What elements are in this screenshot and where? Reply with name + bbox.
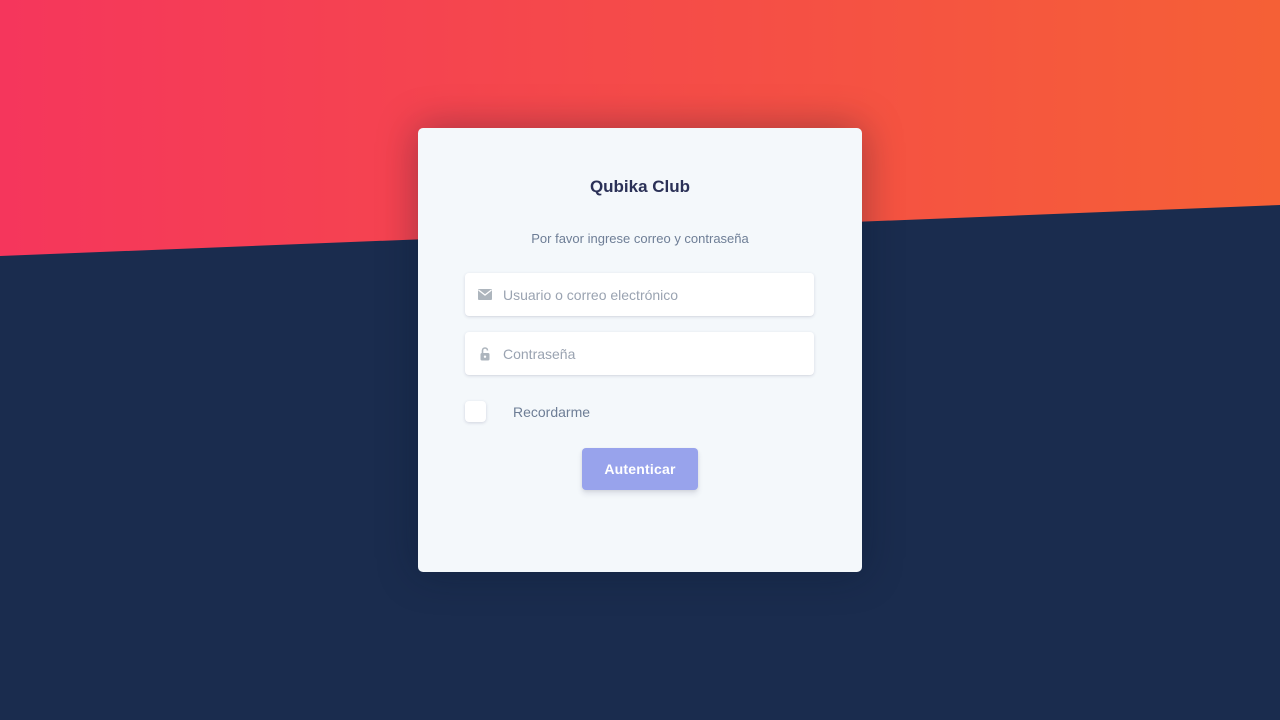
lock-icon: [465, 332, 503, 375]
login-card: Qubika Club Por favor ingrese correo y c…: [418, 128, 862, 572]
remember-checkbox[interactable]: [465, 401, 486, 422]
login-button[interactable]: Autenticar: [582, 448, 698, 490]
remember-me: Recordarme: [465, 401, 590, 422]
email-input[interactable]: [503, 273, 814, 316]
email-field: [465, 273, 814, 316]
login-instructions: Por favor ingrese correo y contraseña: [531, 231, 749, 246]
remember-label[interactable]: Recordarme: [513, 404, 590, 420]
password-field: [465, 332, 814, 375]
page-title: Qubika Club: [589, 177, 691, 196]
password-input[interactable]: [503, 332, 814, 375]
envelope-icon: [465, 273, 503, 316]
